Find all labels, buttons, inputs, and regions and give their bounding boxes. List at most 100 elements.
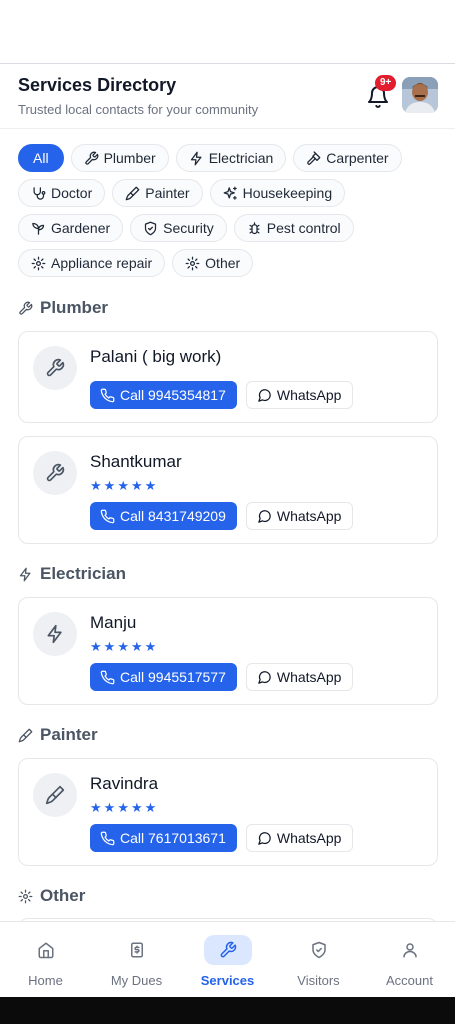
filter-chip-label: Security	[163, 220, 214, 236]
category-filters: All Plumber Electrician Carpenter Doctor…	[18, 144, 438, 284]
star-icon: ★	[103, 800, 116, 815]
bottom-nav: Home My Dues Services Visitors Account	[0, 921, 455, 997]
zap-icon	[19, 567, 31, 581]
contact-avatar	[33, 612, 77, 656]
filter-chip-label: Gardener	[51, 220, 111, 236]
nav-label: Services	[200, 973, 255, 988]
contact-name: Shantkumar	[90, 452, 182, 471]
filter-chip-carpenter[interactable]: Carpenter	[293, 144, 402, 172]
filter-chip-label: Painter	[145, 185, 190, 201]
filter-chip-label: Appliance repair	[51, 255, 153, 271]
call-button[interactable]: Call 9945517577	[90, 663, 237, 691]
hammer-icon	[307, 150, 321, 165]
filter-chip-label: Housekeeping	[242, 185, 333, 201]
paintbrush-icon	[45, 785, 65, 805]
notification-badge: 9+	[375, 75, 397, 91]
filter-chip-appliance-repair[interactable]: Appliance repair	[18, 249, 166, 277]
wrench-icon	[84, 151, 98, 165]
contact-avatar	[33, 346, 77, 390]
filter-chip-label: Other	[205, 255, 241, 271]
user-icon	[402, 943, 417, 958]
wrench-icon	[46, 463, 65, 482]
wrench-icon	[220, 941, 236, 958]
whatsapp-button[interactable]: WhatsApp	[245, 663, 354, 691]
star-icon: ★	[117, 800, 129, 815]
message-circle-icon	[258, 831, 271, 845]
page-title: Services Directory	[18, 75, 177, 95]
bug-icon	[249, 221, 260, 234]
contact-name: Ravindra	[90, 774, 159, 793]
phone-icon	[100, 670, 115, 684]
whatsapp-button[interactable]: WhatsApp	[245, 824, 354, 852]
filter-chip-all[interactable]: All	[18, 144, 64, 172]
phone-icon	[100, 509, 115, 523]
zap-icon	[47, 624, 62, 644]
section-title-plumber: Plumber	[18, 298, 108, 318]
page-subtitle: Trusted local contacts for your communit…	[18, 102, 259, 117]
avatar[interactable]	[402, 77, 438, 113]
filter-chip-label: Pest control	[266, 220, 341, 236]
filter-chip-security[interactable]: Security	[130, 214, 227, 242]
contact-avatar	[33, 451, 77, 495]
section-title-other: Other	[18, 886, 85, 906]
app-header: Services Directory Trusted local contact…	[0, 65, 455, 129]
star-icon: ★	[130, 800, 143, 815]
filter-chip-other[interactable]: Other	[172, 249, 254, 277]
filter-chip-label: Doctor	[51, 185, 93, 201]
bill-icon	[130, 942, 143, 958]
nav-label: My Dues	[110, 973, 163, 988]
nav-label: Home	[28, 973, 63, 988]
nav-services[interactable]: Services	[182, 922, 273, 997]
filter-chip-label: Carpenter	[326, 150, 389, 166]
rating-stars: ★ ★ ★ ★ ★	[90, 801, 156, 814]
nav-home[interactable]: Home	[0, 922, 91, 997]
sprout-icon	[32, 222, 45, 235]
phone-icon	[100, 388, 115, 402]
contact-name: Palani ( big work)	[90, 347, 222, 366]
filter-chip-label: Plumber	[103, 150, 156, 166]
contact-card: Palani ( big work) Call 9945354817 Whats…	[18, 331, 438, 423]
filter-chip-label: All	[33, 150, 49, 166]
filter-chip-housekeeping[interactable]: Housekeeping	[209, 179, 346, 207]
filter-chip-pest-control[interactable]: Pest control	[233, 214, 354, 242]
paintbrush-icon	[125, 186, 140, 200]
star-icon: ★	[144, 639, 157, 654]
filter-chip-doctor[interactable]: Doctor	[18, 179, 106, 207]
contact-name: Manju	[90, 613, 137, 632]
sparkles-icon	[223, 186, 237, 200]
star-icon: ★	[117, 639, 129, 654]
wrench-icon	[19, 301, 33, 315]
whatsapp-button[interactable]: WhatsApp	[245, 381, 354, 409]
call-button[interactable]: Call 8431749209	[90, 502, 237, 530]
section-title-electrician: Electrician	[18, 564, 126, 584]
star-icon: ★	[144, 478, 157, 493]
shield-check-icon	[311, 941, 326, 959]
filter-chip-plumber[interactable]: Plumber	[70, 144, 169, 172]
section-title-painter: Painter	[18, 725, 98, 745]
zap-icon	[190, 151, 202, 165]
filter-chip-painter[interactable]: Painter	[112, 179, 203, 207]
contact-avatar	[33, 773, 77, 817]
star-icon: ★	[117, 478, 129, 493]
message-circle-icon	[258, 509, 271, 523]
filter-chip-gardener[interactable]: Gardener	[18, 214, 124, 242]
rating-stars: ★ ★ ★ ★ ★	[90, 640, 156, 653]
wrench-icon	[46, 358, 65, 377]
nav-my-dues[interactable]: My Dues	[91, 922, 182, 997]
nav-visitors[interactable]: Visitors	[273, 922, 364, 997]
nav-label: Visitors	[297, 973, 340, 988]
whatsapp-button[interactable]: WhatsApp	[245, 502, 354, 530]
star-icon: ★	[90, 478, 102, 493]
gear-icon	[18, 889, 33, 903]
system-navigation-bar	[0, 997, 455, 1024]
call-button[interactable]: Call 7617013671	[90, 824, 237, 852]
gear-icon	[185, 256, 200, 270]
filter-chip-electrician[interactable]: Electrician	[175, 144, 287, 172]
home-icon	[38, 942, 53, 959]
call-button[interactable]: Call 9945354817	[90, 381, 237, 409]
message-circle-icon	[258, 388, 271, 402]
nav-account[interactable]: Account	[364, 922, 455, 997]
shield-icon	[145, 221, 157, 235]
nav-label: Account	[386, 973, 433, 988]
stethoscope-icon	[33, 186, 46, 200]
